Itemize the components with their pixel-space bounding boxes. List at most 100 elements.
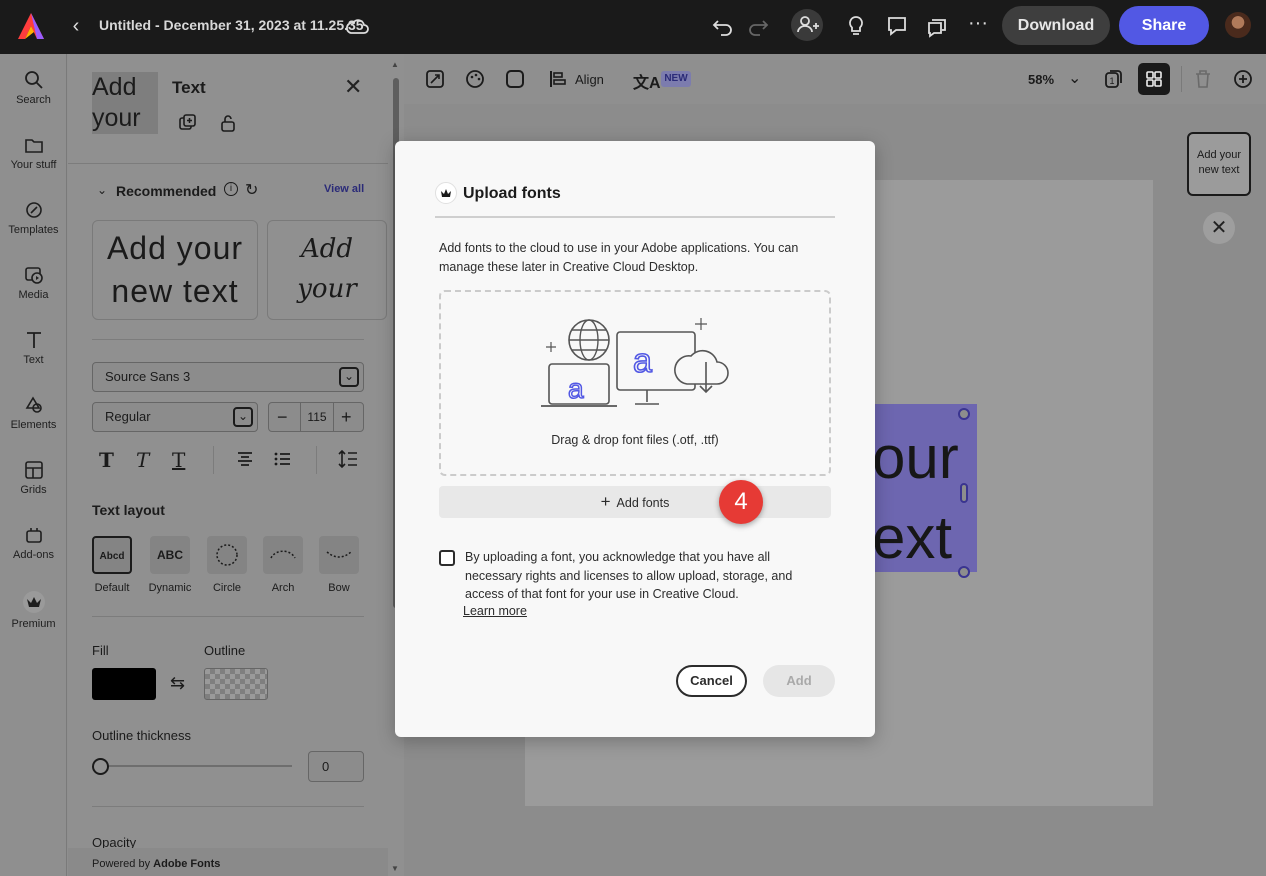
collapse-chevron-icon[interactable]: ⌄ bbox=[97, 183, 107, 197]
invite-button[interactable] bbox=[791, 9, 823, 41]
align-center-icon[interactable] bbox=[236, 450, 254, 468]
layout-label-circle: Circle bbox=[212, 582, 242, 594]
document-title[interactable]: Untitled - December 31, 2023 at 11.25.35 bbox=[99, 17, 364, 33]
scroll-up-arrow-icon[interactable]: ▲ bbox=[391, 60, 399, 69]
powered-by-brand: Adobe Fonts bbox=[153, 858, 221, 870]
rail-item-text[interactable]: Text bbox=[0, 330, 67, 366]
selected-text-line-2: ext bbox=[872, 504, 953, 571]
font-size-value[interactable]: 115 bbox=[300, 403, 334, 431]
text-layout-heading: Text layout bbox=[92, 502, 165, 518]
add-page-icon[interactable] bbox=[1233, 69, 1253, 89]
step-badge: 4 bbox=[719, 480, 763, 524]
share-button[interactable]: Share bbox=[1119, 6, 1209, 45]
cloud-sync-icon[interactable] bbox=[344, 14, 370, 38]
recommended-heading: Recommended bbox=[116, 183, 217, 199]
layout-tile-arch[interactable] bbox=[263, 536, 303, 574]
divider bbox=[1181, 66, 1182, 92]
layout-tile-default[interactable]: Abcd bbox=[92, 536, 132, 574]
chevron-down-icon: ⌄ bbox=[339, 367, 359, 387]
resize-handle[interactable] bbox=[958, 408, 970, 420]
minus-icon[interactable]: − bbox=[277, 403, 288, 431]
comment-icon[interactable] bbox=[884, 13, 910, 39]
panel-close-icon[interactable]: ✕ bbox=[344, 74, 362, 100]
fill-color-swatch[interactable] bbox=[92, 668, 156, 700]
font-weight-select[interactable]: Regular ⌄ bbox=[92, 402, 258, 432]
bullet-list-icon[interactable] bbox=[273, 450, 291, 468]
resize-handle[interactable] bbox=[960, 483, 968, 503]
present-icon[interactable] bbox=[924, 13, 950, 39]
underline-icon[interactable]: T bbox=[172, 448, 185, 472]
rail-label-elements: Elements bbox=[10, 419, 57, 431]
rail-item-media[interactable]: Media bbox=[0, 265, 67, 301]
outline-thickness-input[interactable]: 0 bbox=[308, 751, 364, 782]
zoom-chevron-down-icon[interactable]: ⌄ bbox=[1068, 68, 1081, 88]
undo-icon[interactable] bbox=[710, 13, 736, 39]
add-fonts-button[interactable]: + Add fonts bbox=[439, 486, 831, 518]
outline-color-swatch[interactable] bbox=[204, 668, 268, 700]
layout-tile-circle[interactable] bbox=[207, 536, 247, 574]
recommended-style-card[interactable]: Add your new text bbox=[267, 220, 387, 320]
trash-icon[interactable] bbox=[1194, 69, 1212, 89]
download-button[interactable]: Download bbox=[1002, 6, 1110, 45]
resize-handle[interactable] bbox=[958, 566, 970, 578]
rail-item-grids[interactable]: Grids bbox=[0, 460, 67, 496]
rail-item-premium[interactable]: Premium bbox=[0, 590, 67, 630]
swap-colors-icon[interactable]: ⇆ bbox=[170, 673, 185, 694]
premium-crown-icon bbox=[22, 591, 45, 613]
font-family-select[interactable]: Source Sans 3 ⌄ bbox=[92, 362, 364, 392]
bold-icon[interactable]: T bbox=[99, 448, 114, 472]
outline-thickness-slider-track[interactable] bbox=[100, 765, 292, 767]
outline-thickness-label: Outline thickness bbox=[92, 728, 191, 743]
reco-card-text: Add your new text bbox=[106, 230, 244, 309]
unlock-icon[interactable] bbox=[219, 113, 237, 133]
rail-item-elements[interactable]: Elements bbox=[0, 395, 67, 431]
font-dropzone[interactable]: a a Drag & drop font files (.otf, .ttf) bbox=[439, 290, 831, 476]
rail-label-grids: Grids bbox=[20, 484, 47, 496]
avatar[interactable] bbox=[1225, 12, 1251, 38]
align-icon[interactable] bbox=[548, 69, 568, 89]
layers-button[interactable] bbox=[1138, 63, 1170, 95]
selected-text-content[interactable]: our ext bbox=[872, 418, 972, 578]
recommended-style-card[interactable]: Add your new text bbox=[92, 220, 258, 320]
lightbulb-icon[interactable] bbox=[843, 13, 869, 39]
rail-item-add-ons[interactable]: Add-ons bbox=[0, 525, 67, 561]
divider bbox=[92, 339, 364, 340]
info-icon[interactable]: i bbox=[224, 182, 238, 196]
add-button[interactable]: Add bbox=[763, 665, 835, 697]
layout-tile-dynamic[interactable]: ABC bbox=[150, 536, 190, 574]
shape-square-icon[interactable] bbox=[505, 69, 525, 89]
adobe-express-logo-icon[interactable] bbox=[16, 11, 46, 41]
zoom-level[interactable]: 58% bbox=[1028, 72, 1054, 87]
learn-more-link[interactable]: Learn more bbox=[463, 604, 527, 618]
resize-icon[interactable] bbox=[425, 69, 445, 89]
view-all-link[interactable]: View all bbox=[324, 183, 364, 195]
rail-item-search[interactable]: Search bbox=[0, 70, 67, 106]
font-size-stepper[interactable]: − 115 + bbox=[268, 402, 364, 432]
line-spacing-icon[interactable] bbox=[338, 449, 358, 469]
page-thumbnail[interactable]: Add your new text bbox=[1187, 132, 1251, 196]
redo-icon[interactable] bbox=[745, 13, 771, 39]
outline-thickness-slider-handle[interactable] bbox=[92, 758, 109, 775]
align-label[interactable]: Align bbox=[575, 72, 604, 87]
back-chevron-icon[interactable]: ‹ bbox=[66, 14, 86, 38]
close-icon[interactable]: ✕ bbox=[1203, 212, 1235, 244]
rail-item-your-stuff[interactable]: Your stuff bbox=[0, 135, 67, 171]
consent-checkbox[interactable] bbox=[439, 550, 455, 566]
color-palette-icon[interactable] bbox=[465, 69, 485, 89]
rail-item-templates[interactable]: Templates bbox=[0, 200, 67, 236]
adobe-fonts-icon bbox=[435, 182, 457, 204]
layout-tile-bow[interactable] bbox=[319, 536, 359, 574]
cancel-button[interactable]: Cancel bbox=[676, 665, 747, 697]
arch-layout-icon bbox=[270, 550, 296, 559]
rail-label-add-ons: Add-ons bbox=[13, 549, 54, 561]
pages-icon[interactable]: 1 bbox=[1103, 69, 1123, 89]
more-options-icon[interactable]: ··· bbox=[965, 13, 991, 39]
duplicate-icon[interactable] bbox=[178, 113, 198, 133]
dialog-divider bbox=[435, 216, 835, 218]
outline-label: Outline bbox=[204, 643, 246, 658]
translate-icon[interactable]: 文A bbox=[633, 69, 661, 93]
plus-icon[interactable]: + bbox=[341, 403, 352, 431]
italic-icon[interactable]: T bbox=[136, 448, 149, 472]
refresh-icon[interactable]: ↻ bbox=[245, 180, 258, 200]
scroll-down-arrow-icon[interactable]: ▼ bbox=[391, 864, 399, 873]
